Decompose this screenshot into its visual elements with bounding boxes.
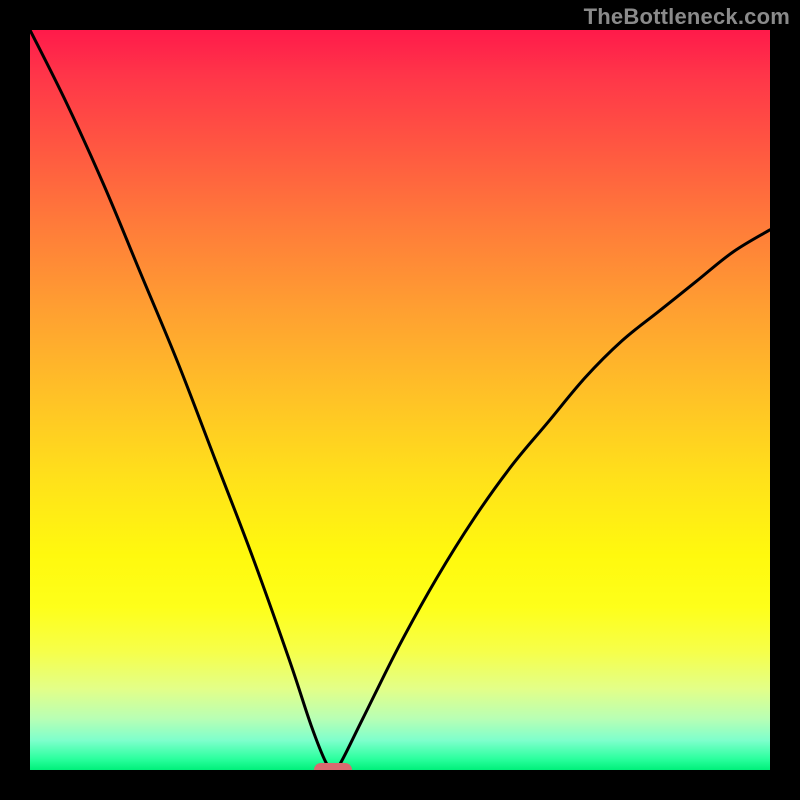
optimal-marker: [314, 763, 352, 770]
bottleneck-curve: [30, 30, 770, 770]
chart-frame: TheBottleneck.com: [0, 0, 800, 800]
plot-area: [30, 30, 770, 770]
watermark-text: TheBottleneck.com: [584, 4, 790, 30]
